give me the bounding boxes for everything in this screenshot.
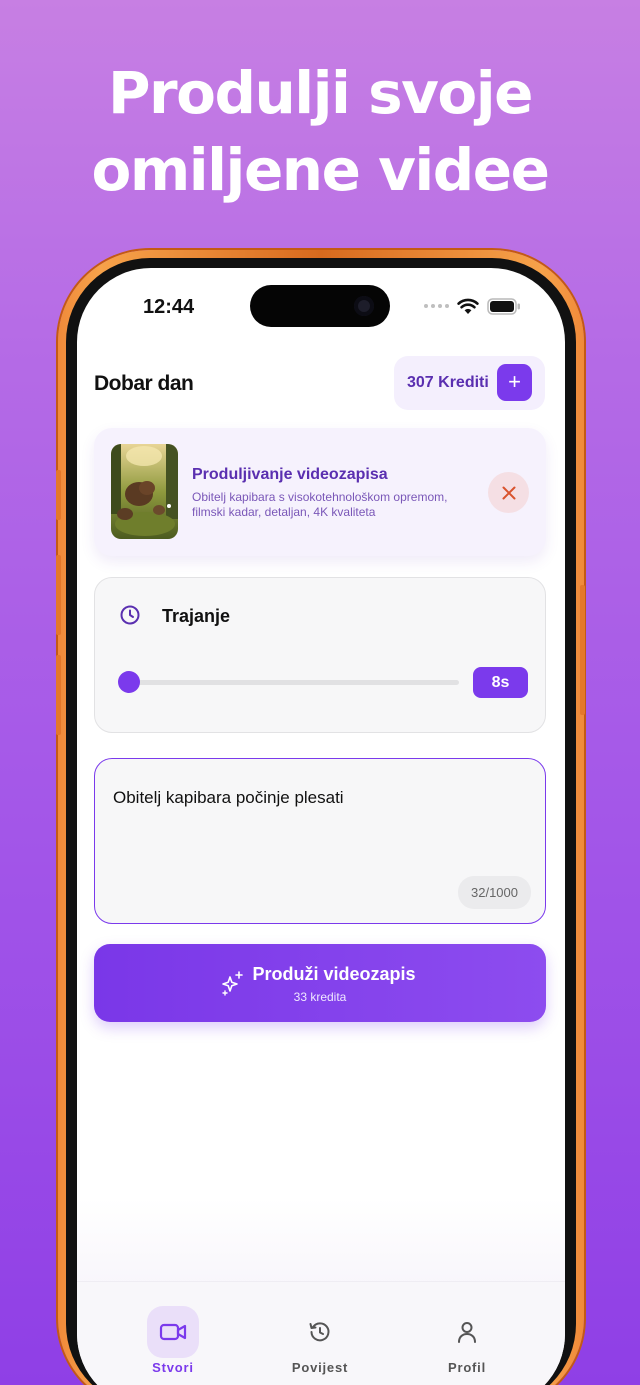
history-icon: [309, 1322, 330, 1342]
phone-side-button: [56, 555, 61, 635]
duration-value-badge: 8s: [473, 667, 528, 698]
video-camera-icon: [159, 1323, 187, 1341]
credits-balance[interactable]: 307 Krediti +: [394, 356, 545, 410]
extend-video-label: Produži videozapis: [252, 964, 416, 984]
tab-icon-wrap: [294, 1306, 346, 1358]
duration-card: Trajanje 8s: [94, 577, 546, 733]
credits-label: 307 Krediti: [407, 374, 489, 391]
video-thumbnail: [111, 444, 178, 539]
promo-headline-line2: omiljene videe: [91, 136, 550, 204]
source-video-card: Produljivanje videozapisa Obitelj kapiba…: [94, 428, 546, 556]
extend-video-button[interactable]: Produži videozapis 33 kredita: [94, 944, 546, 1022]
tab-label-stvori: Stvori: [152, 1360, 194, 1375]
front-camera-icon: [354, 296, 374, 316]
bottom-fade: [77, 1198, 565, 1288]
video-card-description: Obitelj kapibara s visokotehnološkom opr…: [192, 490, 448, 519]
phone-side-button: [580, 585, 585, 715]
phone-side-button: [56, 470, 61, 520]
duration-label: Trajanje: [162, 606, 231, 626]
tab-stvori[interactable]: Stvori: [118, 1282, 228, 1382]
status-icons: [424, 296, 521, 316]
tab-icon-wrap: [441, 1306, 493, 1358]
prompt-textarea[interactable]: Obitelj kapibara počinje plesati 32/1000: [94, 758, 546, 924]
video-card-title: Produljivanje videozapisa: [192, 466, 388, 483]
tab-label-profil: Profil: [447, 1360, 487, 1375]
duration-slider-track[interactable]: [125, 680, 459, 685]
wifi-icon: [457, 298, 479, 314]
tab-label-povijest: Povijest: [291, 1360, 349, 1375]
add-credits-button[interactable]: +: [497, 364, 532, 401]
duration-slider-handle[interactable]: [118, 671, 140, 693]
prompt-text: Obitelj kapibara počinje plesati: [113, 788, 344, 807]
clock-icon: [115, 600, 145, 630]
app-screen: 12:44 Dobar dan 307 Krediti + Produljiva…: [77, 268, 565, 1385]
greeting-title: Dobar dan: [94, 372, 194, 395]
remove-video-button[interactable]: [488, 472, 529, 513]
char-count-badge: 32/1000: [458, 876, 531, 909]
tab-icon-wrap: [147, 1306, 199, 1358]
phone-side-button: [56, 655, 61, 735]
tab-povijest[interactable]: Povijest: [265, 1282, 375, 1382]
promo-headline-line1: Produlji svoje: [108, 59, 534, 127]
tab-bar: Stvori Povijest Profil: [77, 1281, 565, 1385]
user-icon: [458, 1322, 476, 1343]
battery-icon: [487, 297, 520, 315]
signal-dots-icon: [424, 304, 449, 308]
status-time: 12:44: [143, 296, 195, 318]
close-icon: [502, 486, 515, 499]
promo-headline: Produlji svoje omiljene videe: [0, 55, 640, 209]
tab-profil[interactable]: Profil: [412, 1282, 522, 1382]
dynamic-island: [250, 285, 390, 327]
extend-video-cost: 33 kredita: [293, 990, 347, 1004]
